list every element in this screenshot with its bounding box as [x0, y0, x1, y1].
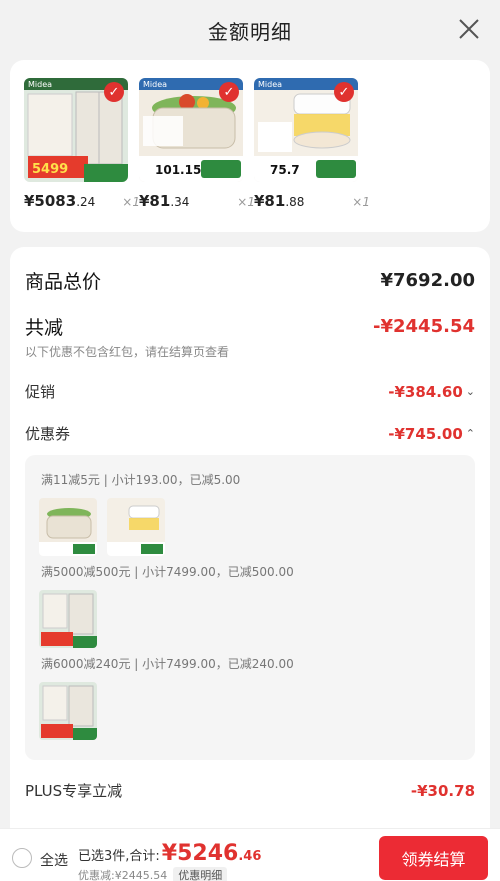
- promo-row[interactable]: 促销 -¥384.60 ⌄: [25, 381, 475, 402]
- product-quantity: ×1: [352, 195, 370, 209]
- total-price-value: ¥7692.00: [380, 270, 475, 291]
- amount-detail-card: 商品总价 ¥7692.00 共减 -¥2445.54 以下优惠不包含红包，请在结…: [10, 247, 490, 847]
- checkout-button[interactable]: 领券结算: [379, 836, 488, 880]
- coupon-product-thumbnail: [39, 682, 97, 740]
- saved-summary: 优惠减:¥2445.54 优惠明细: [78, 867, 228, 881]
- product-item[interactable]: Midea 75.7 ✓ ¥81.88 ×1: [254, 78, 370, 210]
- order-total: ¥5246.46: [161, 841, 262, 866]
- product-badge: 101.15: [155, 163, 201, 177]
- coupon-product-thumbnail: [39, 498, 97, 556]
- coupon-row[interactable]: 优惠券 -¥745.00 ⌃: [25, 423, 475, 444]
- coupon-value: -¥745.00: [388, 424, 463, 443]
- product-thumbnail: Midea 75.7 ✓: [254, 78, 358, 182]
- selected-check-icon: ✓: [104, 82, 124, 102]
- product-thumbnail: Midea 5499 ✓: [24, 78, 128, 182]
- discount-label: 共减: [25, 317, 64, 339]
- coupon-product-thumbnail: [39, 590, 97, 648]
- sheet-title: 金额明细: [208, 19, 292, 44]
- plus-discount-value: -¥30.78: [410, 781, 475, 800]
- selected-count-text: 已选3件,合计:: [78, 849, 160, 864]
- select-all-radio[interactable]: [12, 848, 32, 868]
- coupon-title: 满11减5元 | 小计193.00，已减5.00: [41, 473, 241, 487]
- selected-check-icon: ✓: [219, 82, 239, 102]
- coupon-title: 满5000减500元 | 小计7499.00，已减500.00: [41, 565, 294, 579]
- discount-note: 以下优惠不包含红包，请在结算页查看: [25, 345, 230, 359]
- brand-logo: Midea: [28, 80, 52, 89]
- total-price-row: 商品总价 ¥7692.00: [25, 267, 475, 294]
- brand-logo: Midea: [258, 80, 282, 89]
- promo-label: 促销: [25, 383, 56, 401]
- product-badge: 5499: [32, 162, 68, 177]
- discount-detail-link[interactable]: 优惠明细: [173, 867, 228, 881]
- coupon-title: 满6000减240元 | 小计7499.00，已减240.00: [41, 657, 294, 671]
- plus-discount-row: PLUS专享立减 -¥30.78: [25, 780, 475, 801]
- discount-value: -¥2445.54: [373, 316, 475, 337]
- coupon-label: 优惠券: [25, 425, 71, 443]
- product-quantity: ×1: [237, 195, 255, 209]
- coupon-product-thumbnail: [107, 498, 165, 556]
- sheet-header: 金额明细: [0, 0, 500, 60]
- select-all-label[interactable]: 全选: [40, 850, 68, 870]
- product-item[interactable]: Midea 5499 ✓ ¥5083.24 ×1: [24, 78, 140, 210]
- coupon-detail-box: 满11减5元 | 小计193.00，已减5.00 满5000减500元 | 小计…: [25, 455, 475, 760]
- total-price-label: 商品总价: [25, 271, 102, 293]
- product-badge: 75.7: [270, 163, 300, 177]
- checkout-bar: 全选 已选3件,合计: ¥5246.46 优惠减:¥2445.54 优惠明细 领…: [0, 828, 500, 881]
- chevron-down-icon: ⌄: [465, 385, 475, 398]
- discount-row: 共减 -¥2445.54: [25, 313, 475, 340]
- product-price: ¥81.34: [139, 192, 190, 210]
- product-item[interactable]: Midea 101.15 ✓ ¥81.34 ×1: [139, 78, 255, 210]
- order-summary: 已选3件,合计: ¥5246.46: [78, 841, 261, 866]
- product-thumbnail: Midea 101.15 ✓: [139, 78, 243, 182]
- chevron-up-icon: ⌃: [465, 427, 475, 440]
- saved-amount: 优惠减:¥2445.54: [78, 869, 168, 881]
- close-icon[interactable]: [458, 18, 480, 40]
- products-card: Midea 5499 ✓ ¥5083.24 ×1 Midea 101.15 ✓ …: [10, 60, 490, 232]
- plus-discount-label: PLUS专享立减: [25, 782, 123, 800]
- product-price: ¥5083.24: [24, 192, 96, 210]
- brand-logo: Midea: [143, 80, 167, 89]
- product-price: ¥81.88: [254, 192, 305, 210]
- promo-value: -¥384.60: [388, 382, 463, 401]
- selected-check-icon: ✓: [334, 82, 354, 102]
- product-quantity: ×1: [122, 195, 140, 209]
